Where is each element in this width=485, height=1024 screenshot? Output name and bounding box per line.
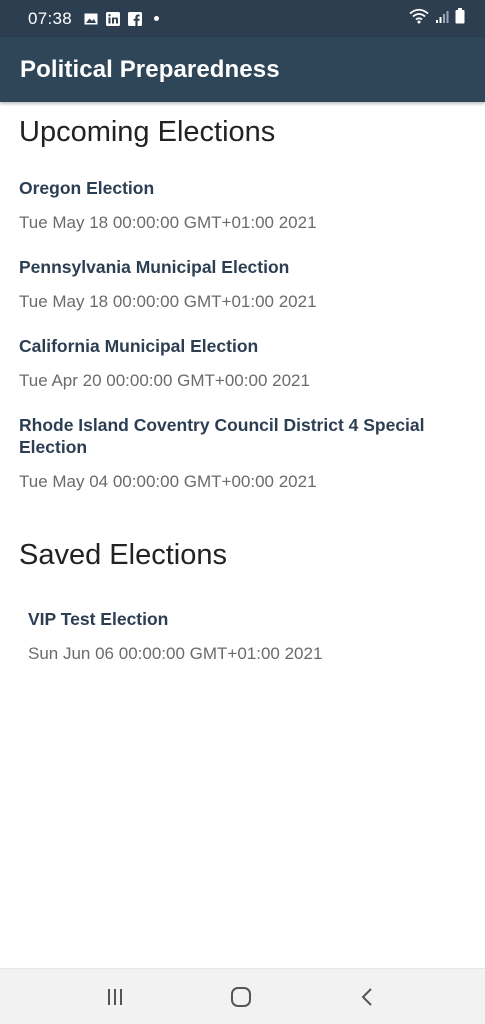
election-name: Oregon Election bbox=[19, 178, 155, 198]
home-icon[interactable] bbox=[227, 983, 255, 1011]
back-icon[interactable] bbox=[354, 983, 382, 1011]
navigation-bar bbox=[0, 968, 485, 1024]
status-time: 07:38 bbox=[28, 8, 73, 28]
saved-elections-heading: Saved Elections bbox=[19, 539, 227, 571]
wifi-icon bbox=[409, 8, 429, 29]
election-name: California Municipal Election bbox=[19, 336, 259, 356]
battery-icon bbox=[455, 8, 465, 29]
election-date: Sun Jun 06 00:00:00 GMT+01:00 2021 bbox=[28, 644, 323, 663]
upcoming-elections-heading: Upcoming Elections bbox=[19, 116, 276, 148]
facebook-icon bbox=[128, 11, 143, 26]
election-name: Pennsylvania Municipal Election bbox=[19, 257, 290, 277]
status-left: 07:38 bbox=[28, 8, 160, 29]
status-bar: 07:38 bbox=[0, 0, 485, 37]
recent-apps-icon[interactable] bbox=[101, 983, 129, 1011]
election-list-screen[interactable]: Upcoming Elections Oregon Election Tue M… bbox=[0, 102, 485, 968]
dot-icon bbox=[154, 16, 160, 21]
gallery-icon bbox=[84, 12, 98, 26]
election-name: Rhode Island Coventry Council District 4… bbox=[19, 415, 425, 457]
election-date: Tue May 18 00:00:00 GMT+01:00 2021 bbox=[19, 213, 317, 232]
election-date: Tue May 04 00:00:00 GMT+00:00 2021 bbox=[19, 472, 317, 491]
election-date: Tue Apr 20 00:00:00 GMT+00:00 2021 bbox=[19, 371, 310, 390]
election-date: Tue May 18 00:00:00 GMT+01:00 2021 bbox=[19, 292, 317, 311]
app-bar: Political Preparedness bbox=[0, 37, 485, 102]
app-title: Political Preparedness bbox=[20, 55, 280, 83]
signal-icon bbox=[435, 9, 449, 29]
election-name: VIP Test Election bbox=[28, 609, 169, 629]
status-right bbox=[409, 8, 465, 29]
linkedin-icon bbox=[106, 11, 121, 26]
